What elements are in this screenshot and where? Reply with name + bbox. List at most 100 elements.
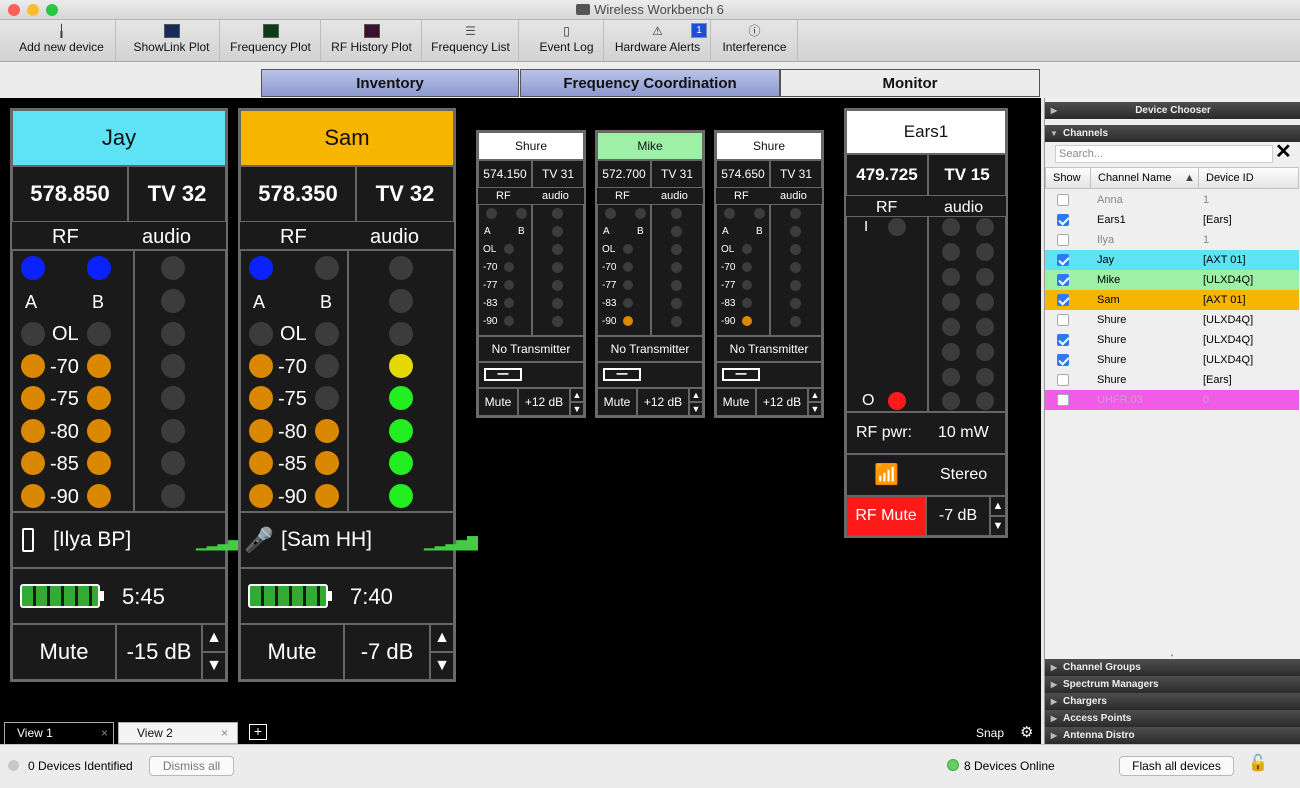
- gain-down-button[interactable]: ▼: [689, 402, 703, 416]
- snap-toggle[interactable]: Snap: [976, 726, 1004, 740]
- gain-up-button[interactable]: ▲: [808, 388, 822, 402]
- frequency-plot-button[interactable]: Frequency Plot: [221, 20, 321, 61]
- channel-row-shure[interactable]: Shure [ULXD4Q]: [1045, 310, 1299, 330]
- row-id: [ULXD4Q]: [1203, 274, 1254, 286]
- add-view-button[interactable]: +: [249, 724, 267, 740]
- tab-inventory[interactable]: Inventory: [261, 69, 519, 97]
- audio-led-left: [942, 318, 960, 336]
- frequency[interactable]: 578.350: [240, 166, 356, 222]
- audio-led: [790, 208, 801, 219]
- gain-up-button[interactable]: ▲: [430, 624, 454, 652]
- zoom-window-button[interactable]: [46, 4, 58, 16]
- close-window-button[interactable]: [8, 4, 20, 16]
- channel-row-anna[interactable]: Anna 1: [1045, 190, 1299, 210]
- gain-down-button[interactable]: ▼: [990, 516, 1006, 536]
- channel-name[interactable]: Mike: [597, 132, 703, 160]
- channel-row-shure[interactable]: Shure [ULXD4Q]: [1045, 350, 1299, 370]
- channel-row-ears1[interactable]: Ears1 [Ears]: [1045, 210, 1299, 230]
- unlock-icon[interactable]: 🔓: [1248, 753, 1268, 775]
- close-tab-icon[interactable]: ×: [101, 723, 108, 743]
- rf-mute-button[interactable]: RF Mute: [846, 496, 926, 536]
- channel-strip-sam[interactable]: Sam 578.350 TV 32 RF audio A B OL -70 -7…: [238, 108, 478, 682]
- interference-button[interactable]: ⓘ Interference: [712, 20, 798, 61]
- mute-button[interactable]: Mute: [12, 624, 116, 680]
- channel-name[interactable]: Shure: [478, 132, 584, 160]
- antenna-icon: ╽: [57, 24, 66, 38]
- view-tab-2[interactable]: View 2 ×: [118, 722, 238, 744]
- mute-button[interactable]: Mute: [597, 388, 637, 416]
- frequency[interactable]: 578.850: [12, 166, 128, 222]
- gain-up-button[interactable]: ▲: [990, 496, 1006, 516]
- gain-down-button[interactable]: ▼: [808, 402, 822, 416]
- channel-name[interactable]: Ears1: [846, 110, 1006, 154]
- gain-up-button[interactable]: ▲: [570, 388, 584, 402]
- mute-button[interactable]: Mute: [478, 388, 518, 416]
- hardware-alerts-button[interactable]: ⚠ 1 Hardware Alerts: [605, 20, 711, 61]
- gain-down-button[interactable]: ▼: [430, 652, 454, 680]
- frequency[interactable]: 574.650: [716, 160, 770, 188]
- mute-button[interactable]: Mute: [716, 388, 756, 416]
- show-checkbox[interactable]: [1057, 394, 1069, 406]
- show-checkbox[interactable]: [1057, 254, 1069, 266]
- chargers-header[interactable]: ▶ Chargers: [1045, 693, 1300, 710]
- show-checkbox[interactable]: [1057, 354, 1069, 366]
- frequency-list-button[interactable]: ☰ Frequency List: [423, 20, 519, 61]
- show-checkbox[interactable]: [1057, 234, 1069, 246]
- channel-name[interactable]: Jay: [12, 110, 226, 166]
- show-checkbox[interactable]: [1057, 374, 1069, 386]
- gear-icon[interactable]: ⚙: [1020, 723, 1033, 741]
- rf-history-plot-button[interactable]: RF History Plot: [322, 20, 422, 61]
- column-device-id[interactable]: Device ID: [1206, 168, 1254, 188]
- gain-up-button[interactable]: ▲: [202, 624, 226, 652]
- show-checkbox[interactable]: [1057, 214, 1069, 226]
- view-tab-1[interactable]: View 1 ×: [4, 722, 114, 744]
- access-points-header[interactable]: ▶ Access Points: [1045, 710, 1300, 727]
- search-input[interactable]: Search...: [1055, 145, 1273, 163]
- audio-led-left: [942, 368, 960, 386]
- channel-strip-shure-2[interactable]: Shure 574.650 TV 31 RF audio A B OL -70 …: [714, 130, 824, 418]
- frequency[interactable]: 574.150: [478, 160, 532, 188]
- channel-row-shure[interactable]: Shure [Ears]: [1045, 370, 1299, 390]
- clear-search-icon[interactable]: ✕: [1275, 142, 1292, 162]
- channels-header[interactable]: ▼ Channels: [1045, 125, 1300, 142]
- channel-groups-header[interactable]: ▶ Channel Groups: [1045, 659, 1300, 676]
- channel-row-shure[interactable]: Shure [ULXD4Q]: [1045, 330, 1299, 350]
- dismiss-all-button[interactable]: Dismiss all: [149, 756, 234, 776]
- show-checkbox[interactable]: [1057, 334, 1069, 346]
- show-checkbox[interactable]: [1057, 274, 1069, 286]
- channel-row-jay[interactable]: Jay [AXT 01]: [1045, 250, 1299, 270]
- channel-strip-jay[interactable]: Jay 578.850 TV 32 RF audio A B OL -70 -7…: [10, 108, 250, 682]
- channel-row-ilya[interactable]: Ilya 1: [1045, 230, 1299, 250]
- channel-strip-mike[interactable]: Mike 572.700 TV 31 RF audio A B OL -70 -…: [595, 130, 705, 418]
- gain-up-button[interactable]: ▲: [689, 388, 703, 402]
- channel-strip-shure-1[interactable]: Shure 574.150 TV 31 RF audio A B OL -70 …: [476, 130, 586, 418]
- gain-down-button[interactable]: ▼: [570, 402, 584, 416]
- minimize-window-button[interactable]: [27, 4, 39, 16]
- flash-all-devices-button[interactable]: Flash all devices: [1119, 756, 1234, 776]
- show-checkbox[interactable]: [1057, 194, 1069, 206]
- close-tab-icon[interactable]: ×: [221, 723, 228, 743]
- column-show[interactable]: Show: [1053, 168, 1081, 188]
- channel-row-mike[interactable]: Mike [ULXD4Q]: [1045, 270, 1299, 290]
- gain-down-button[interactable]: ▼: [202, 652, 226, 680]
- add-device-button[interactable]: ╽ Add new device: [8, 20, 116, 61]
- channel-row-sam[interactable]: Sam [AXT 01]: [1045, 290, 1299, 310]
- channel-name[interactable]: Shure: [716, 132, 822, 160]
- showlink-plot-button[interactable]: ShowLink Plot: [124, 20, 220, 61]
- channel-row-uhfr03[interactable]: UHFR.03 0: [1045, 390, 1299, 410]
- show-checkbox[interactable]: [1057, 294, 1069, 306]
- mute-button[interactable]: Mute: [240, 624, 344, 680]
- show-checkbox[interactable]: [1057, 314, 1069, 326]
- tab-frequency-coordination[interactable]: Frequency Coordination: [520, 69, 780, 97]
- rf-led: [724, 208, 735, 219]
- event-log-button[interactable]: ▯ Event Log: [530, 20, 604, 61]
- column-channel-name[interactable]: Channel Name: [1098, 168, 1171, 188]
- frequency[interactable]: 479.725: [846, 154, 928, 196]
- device-chooser-header[interactable]: ▶ Device Chooser: [1045, 102, 1300, 119]
- tab-monitor[interactable]: Monitor: [780, 69, 1040, 97]
- spectrum-managers-header[interactable]: ▶ Spectrum Managers: [1045, 676, 1300, 693]
- frequency[interactable]: 572.700: [597, 160, 651, 188]
- channel-strip-ears1[interactable]: Ears1 479.725 TV 15 RF audio I O RF pwr:…: [844, 108, 1008, 538]
- channel-name[interactable]: Sam: [240, 110, 454, 166]
- antenna-distro-header[interactable]: ▶ Antenna Distro: [1045, 727, 1300, 744]
